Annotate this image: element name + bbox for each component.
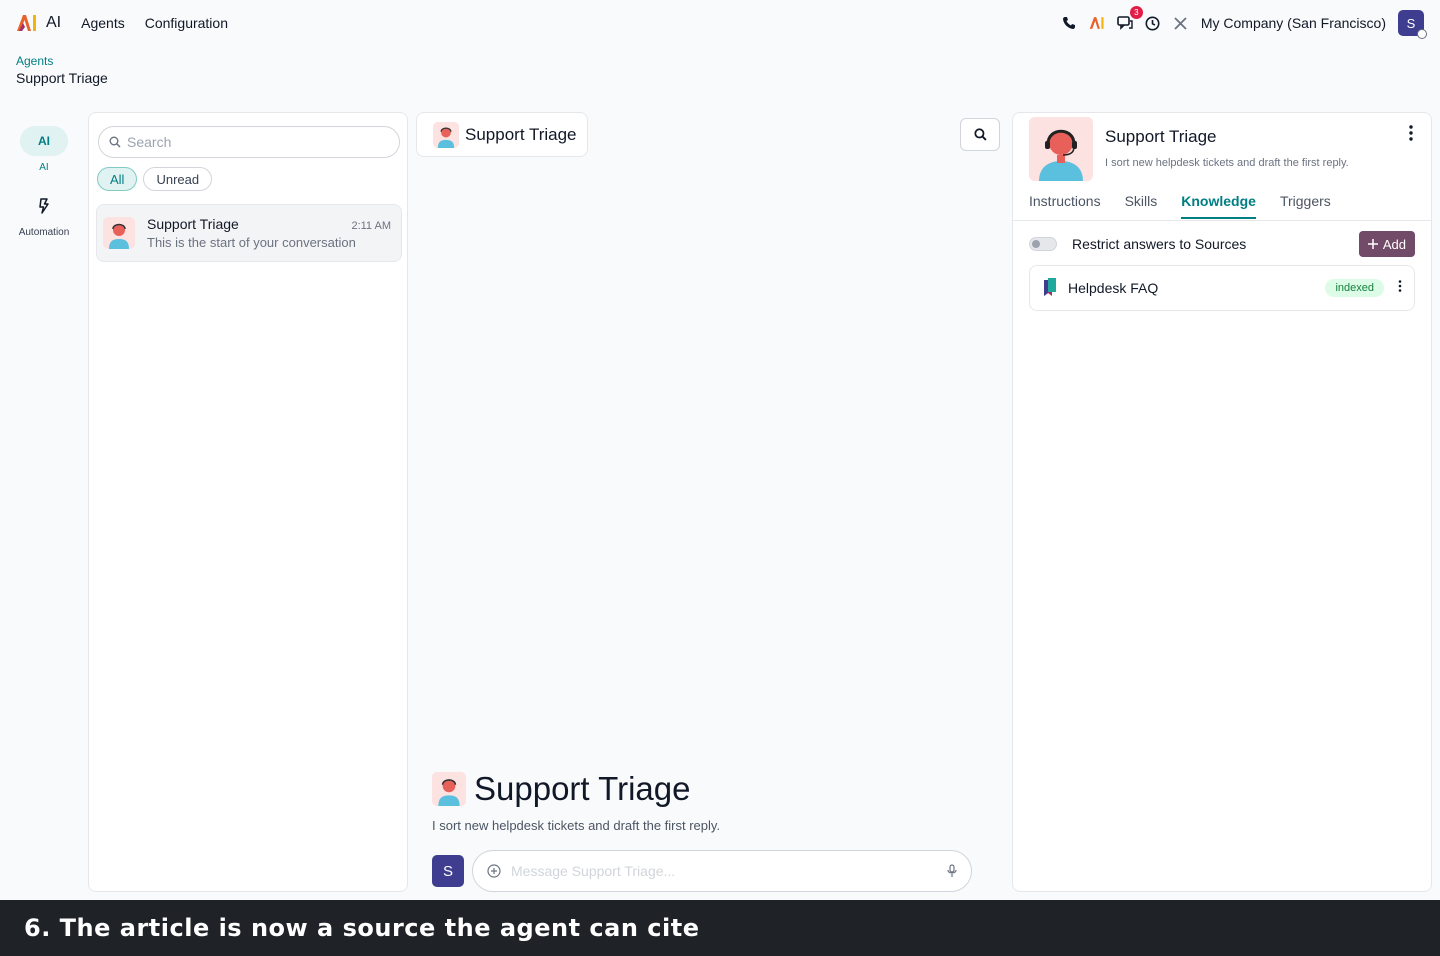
more-options-icon[interactable] xyxy=(1409,125,1413,146)
nav-agents[interactable]: Agents xyxy=(81,15,125,31)
conversation-time: 2:11 AM xyxy=(351,220,391,232)
agent-tabs: Instructions Skills Knowledge Triggers xyxy=(1029,193,1331,219)
search-input[interactable] xyxy=(127,134,367,150)
chat-header-title: Support Triage xyxy=(465,124,577,144)
filter-unread[interactable]: Unread xyxy=(143,167,213,191)
ai-icon: AI xyxy=(20,126,68,156)
breadcrumb-agents[interactable]: Agents xyxy=(16,54,108,68)
conversation-list-panel: All Unread Support Triage 2:11 AM This i… xyxy=(88,112,408,892)
search-box[interactable] xyxy=(98,126,400,158)
source-name: Helpdesk FAQ xyxy=(1068,280,1159,296)
nav-configuration[interactable]: Configuration xyxy=(145,15,228,31)
tools-icon[interactable] xyxy=(1173,15,1189,31)
ai-logo-icon xyxy=(17,15,36,31)
clock-icon[interactable] xyxy=(1145,15,1161,31)
tab-instructions[interactable]: Instructions xyxy=(1029,193,1101,219)
ai-logo-icon[interactable] xyxy=(1089,15,1105,31)
tutorial-caption: 6. The article is now a source the agent… xyxy=(0,900,1440,956)
conversation-name: Support Triage xyxy=(147,216,239,232)
add-circle-icon[interactable] xyxy=(487,864,501,878)
tab-triggers[interactable]: Triggers xyxy=(1280,193,1331,219)
user-initial: S xyxy=(1406,15,1416,31)
restrict-toggle[interactable] xyxy=(1029,237,1057,251)
rail-item-automation[interactable]: Automation xyxy=(18,191,70,238)
filter-chips: All Unread xyxy=(97,167,213,191)
rail-item-ai[interactable]: AI AI xyxy=(20,126,68,173)
conversation-item[interactable]: Support Triage 2:11 AM This is the start… xyxy=(96,204,402,262)
user-avatar: S xyxy=(432,855,464,887)
message-box[interactable] xyxy=(472,850,972,892)
agent-name: Support Triage xyxy=(1105,127,1217,146)
side-rail: AI AI Automation xyxy=(10,126,78,238)
agent-settings-panel: Support Triage I sort new helpdesk ticke… xyxy=(1012,112,1432,892)
search-icon xyxy=(973,128,987,141)
chat-icon[interactable]: 3 xyxy=(1117,6,1143,31)
source-options-icon[interactable] xyxy=(1398,279,1402,297)
search-icon xyxy=(109,136,121,148)
welcome-description: I sort new helpdesk tickets and draft th… xyxy=(432,818,721,833)
company-switcher[interactable]: My Company (San Francisco) xyxy=(1201,15,1386,31)
status-dot xyxy=(1417,29,1427,39)
user-avatar[interactable]: S xyxy=(1398,10,1427,39)
phone-icon[interactable] xyxy=(1061,15,1077,31)
app-name: AI xyxy=(46,14,62,31)
knowledge-icon xyxy=(1042,278,1058,298)
app-logo[interactable]: AI xyxy=(16,14,61,32)
restrict-row: Restrict answers to Sources Add xyxy=(1029,230,1415,258)
bolt-icon xyxy=(20,191,68,221)
agent-avatar xyxy=(433,121,459,148)
tab-skills[interactable]: Skills xyxy=(1125,193,1158,219)
tabs-divider xyxy=(1013,220,1431,221)
welcome-title: Support Triage xyxy=(474,770,691,807)
add-source-button[interactable]: Add xyxy=(1358,231,1415,257)
rail-item-label: AI xyxy=(39,162,49,173)
user-initial: S xyxy=(442,862,453,880)
filter-all[interactable]: All xyxy=(97,167,138,191)
notification-badge: 3 xyxy=(1129,6,1143,19)
microphone-icon[interactable] xyxy=(947,864,957,878)
restrict-label: Restrict answers to Sources xyxy=(1072,236,1247,252)
agent-avatar xyxy=(432,772,466,806)
breadcrumb: Agents Support Triage xyxy=(16,54,108,86)
chat-search-button[interactable] xyxy=(960,118,1000,151)
agent-avatar xyxy=(103,217,135,249)
chat-header[interactable]: Support Triage xyxy=(416,112,588,157)
agent-photo xyxy=(1029,117,1093,181)
composer: S xyxy=(432,850,972,892)
rail-item-label: Automation xyxy=(18,227,70,238)
status-badge: indexed xyxy=(1325,279,1384,297)
caption-text: 6. The article is now a source the agent… xyxy=(24,914,700,942)
message-input[interactable] xyxy=(511,863,937,879)
breadcrumb-current: Support Triage xyxy=(16,70,108,86)
agent-description: I sort new helpdesk tickets and draft th… xyxy=(1105,157,1349,169)
source-card[interactable]: Helpdesk FAQ indexed xyxy=(1029,265,1415,311)
tab-knowledge[interactable]: Knowledge xyxy=(1181,193,1256,219)
chat-welcome: Support Triage I sort new helpdesk ticke… xyxy=(432,770,720,833)
plus-icon xyxy=(1367,239,1378,249)
top-bar: AI Agents Configuration 3 My Company (Sa… xyxy=(0,0,1440,46)
conversation-preview: This is the start of your conversation xyxy=(147,235,356,250)
add-label: Add xyxy=(1382,236,1406,252)
